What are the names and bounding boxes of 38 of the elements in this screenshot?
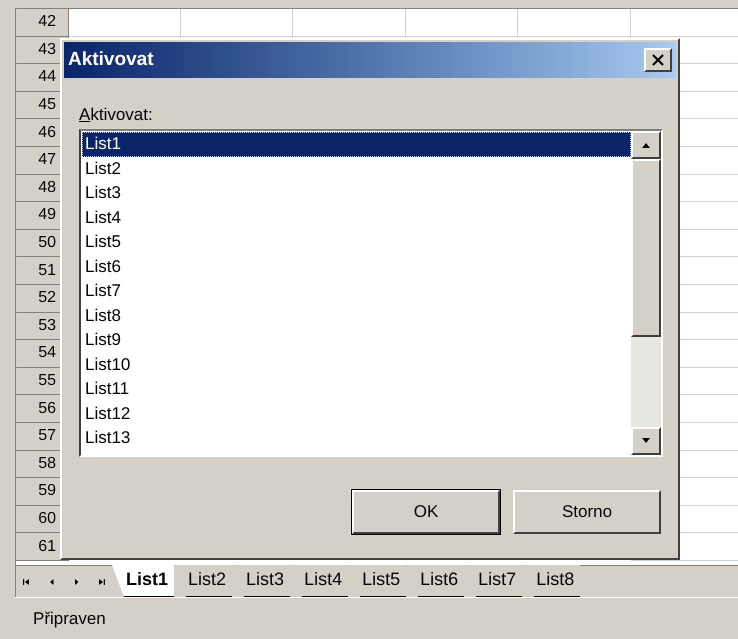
list-item[interactable]: List1 [82, 132, 631, 156]
window-title: Aktivovat [68, 48, 154, 72]
ok-button[interactable]: OK [352, 490, 500, 534]
list-item[interactable]: List12 [82, 402, 631, 426]
scroll-down-button[interactable] [631, 427, 661, 455]
row-header: 42 [16, 9, 69, 37]
list-item[interactable]: List9 [82, 328, 631, 352]
list-label: Aktivovat: [79, 105, 154, 125]
scroll-up-button[interactable] [631, 131, 661, 159]
table-cell[interactable] [406, 9, 518, 37]
status-text: Připraven [33, 608, 106, 630]
scroll-thumb[interactable] [631, 159, 661, 337]
sheet-tab[interactable]: List3 [232, 565, 290, 597]
sheet-tab[interactable]: List6 [406, 565, 464, 597]
list-item[interactable]: List5 [82, 230, 631, 254]
list-item[interactable]: List11 [82, 377, 631, 402]
list-item[interactable]: List4 [82, 206, 631, 230]
list-item[interactable]: List2 [82, 156, 631, 181]
sheet-tab[interactable]: List2 [174, 565, 232, 597]
table-cell[interactable] [293, 9, 406, 37]
list-item[interactable]: List6 [82, 254, 631, 279]
cancel-button[interactable]: Storno [513, 490, 661, 534]
sheet-tab[interactable]: List8 [522, 565, 580, 597]
list-item[interactable]: List3 [82, 181, 631, 206]
sheet-tab[interactable]: List1 [112, 565, 174, 597]
table-cell[interactable] [518, 9, 631, 37]
scrollbar[interactable] [631, 131, 661, 455]
table-cell[interactable] [181, 9, 293, 37]
sheet-tab[interactable]: List7 [464, 565, 522, 597]
list-item[interactable]: List13 [82, 426, 631, 450]
list-item[interactable]: List8 [82, 304, 631, 328]
table-cell[interactable] [69, 9, 181, 37]
list-item[interactable]: List10 [82, 352, 631, 377]
close-icon [652, 54, 664, 66]
sheet-tab[interactable]: List4 [290, 565, 348, 597]
close-button[interactable] [644, 48, 672, 72]
list-item[interactable]: List7 [82, 279, 631, 304]
sheet-tab[interactable]: List5 [348, 565, 406, 597]
